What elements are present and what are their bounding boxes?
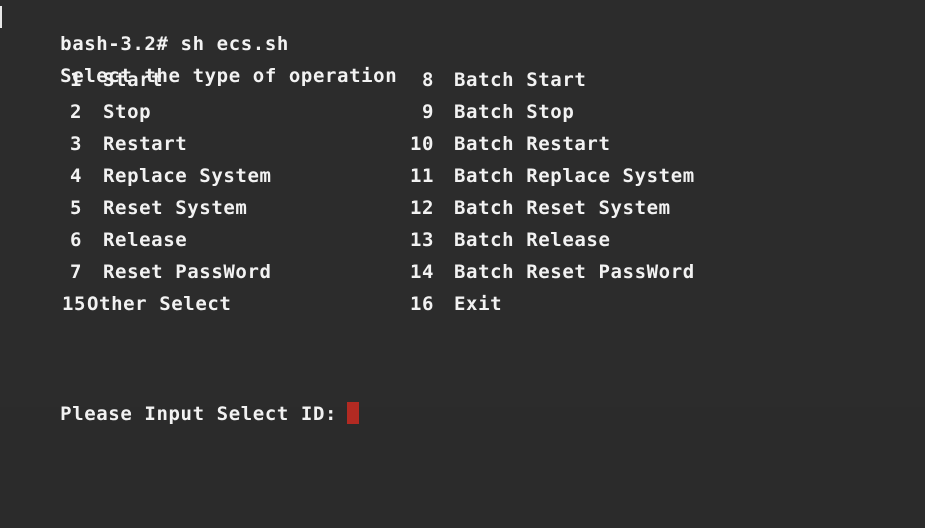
input-line[interactable]: Please Input Select ID: xyxy=(12,372,360,425)
menu-row: 15 Other Select 16 Exit xyxy=(12,290,502,318)
option-label: Exit xyxy=(454,293,503,315)
option-number: 5 xyxy=(70,197,83,219)
terminal-window[interactable]: bash-3.2# sh ecs.sh Select the type of o… xyxy=(0,0,925,425)
option-number: 1 xyxy=(70,69,83,91)
option-number: 16 xyxy=(410,293,435,315)
option-label: Other Select xyxy=(87,293,232,315)
option-label: Batch Start xyxy=(454,69,587,91)
option-number: 10 xyxy=(410,133,435,155)
option-number: 8 xyxy=(422,69,435,91)
menu-row: 4 Replace System 11 Batch Replace System xyxy=(12,162,694,190)
menu-row: 5 Reset System 12 Batch Reset System xyxy=(12,194,670,222)
menu-row: 3 Restart 10 Batch Restart xyxy=(12,130,610,158)
option-label: Reset PassWord xyxy=(103,261,272,283)
option-label: Stop xyxy=(103,101,152,123)
option-number: 14 xyxy=(410,261,435,283)
option-number: 13 xyxy=(410,229,435,251)
option-label: Batch Reset System xyxy=(454,197,671,219)
option-number: 12 xyxy=(410,197,435,219)
option-number: 15 xyxy=(62,293,87,315)
command-line: bash-3.2# sh ecs.sh xyxy=(12,2,289,55)
text-cursor xyxy=(347,402,360,424)
menu-row: 7 Reset PassWord 14 Batch Reset PassWord xyxy=(12,258,694,286)
input-prompt-text: Please Input Select ID: xyxy=(60,403,338,425)
option-number: 3 xyxy=(70,133,83,155)
option-label: Restart xyxy=(103,133,188,155)
option-number: 2 xyxy=(70,101,83,123)
menu-row: 6 Release 13 Batch Release xyxy=(12,226,610,254)
option-label: Batch Replace System xyxy=(454,165,695,187)
option-label: Batch Restart xyxy=(454,133,611,155)
option-label: Reset System xyxy=(103,197,248,219)
option-number: 9 xyxy=(422,101,435,123)
option-number: 4 xyxy=(70,165,83,187)
option-label: Release xyxy=(103,229,188,251)
option-label: Batch Stop xyxy=(454,101,575,123)
menu-heading: Select the type of operation xyxy=(12,34,397,87)
option-label: Batch Reset PassWord xyxy=(454,261,695,283)
option-number: 7 xyxy=(70,261,83,283)
left-edge-caret xyxy=(0,6,2,28)
option-label: Replace System xyxy=(103,165,272,187)
option-label: Batch Release xyxy=(454,229,611,251)
menu-row: 2 Stop 9 Batch Stop xyxy=(12,98,574,126)
option-number: 11 xyxy=(410,165,435,187)
option-number: 6 xyxy=(70,229,83,251)
option-label: Start xyxy=(103,69,164,91)
menu-row: 1 Start 8 Batch Start xyxy=(12,66,586,94)
